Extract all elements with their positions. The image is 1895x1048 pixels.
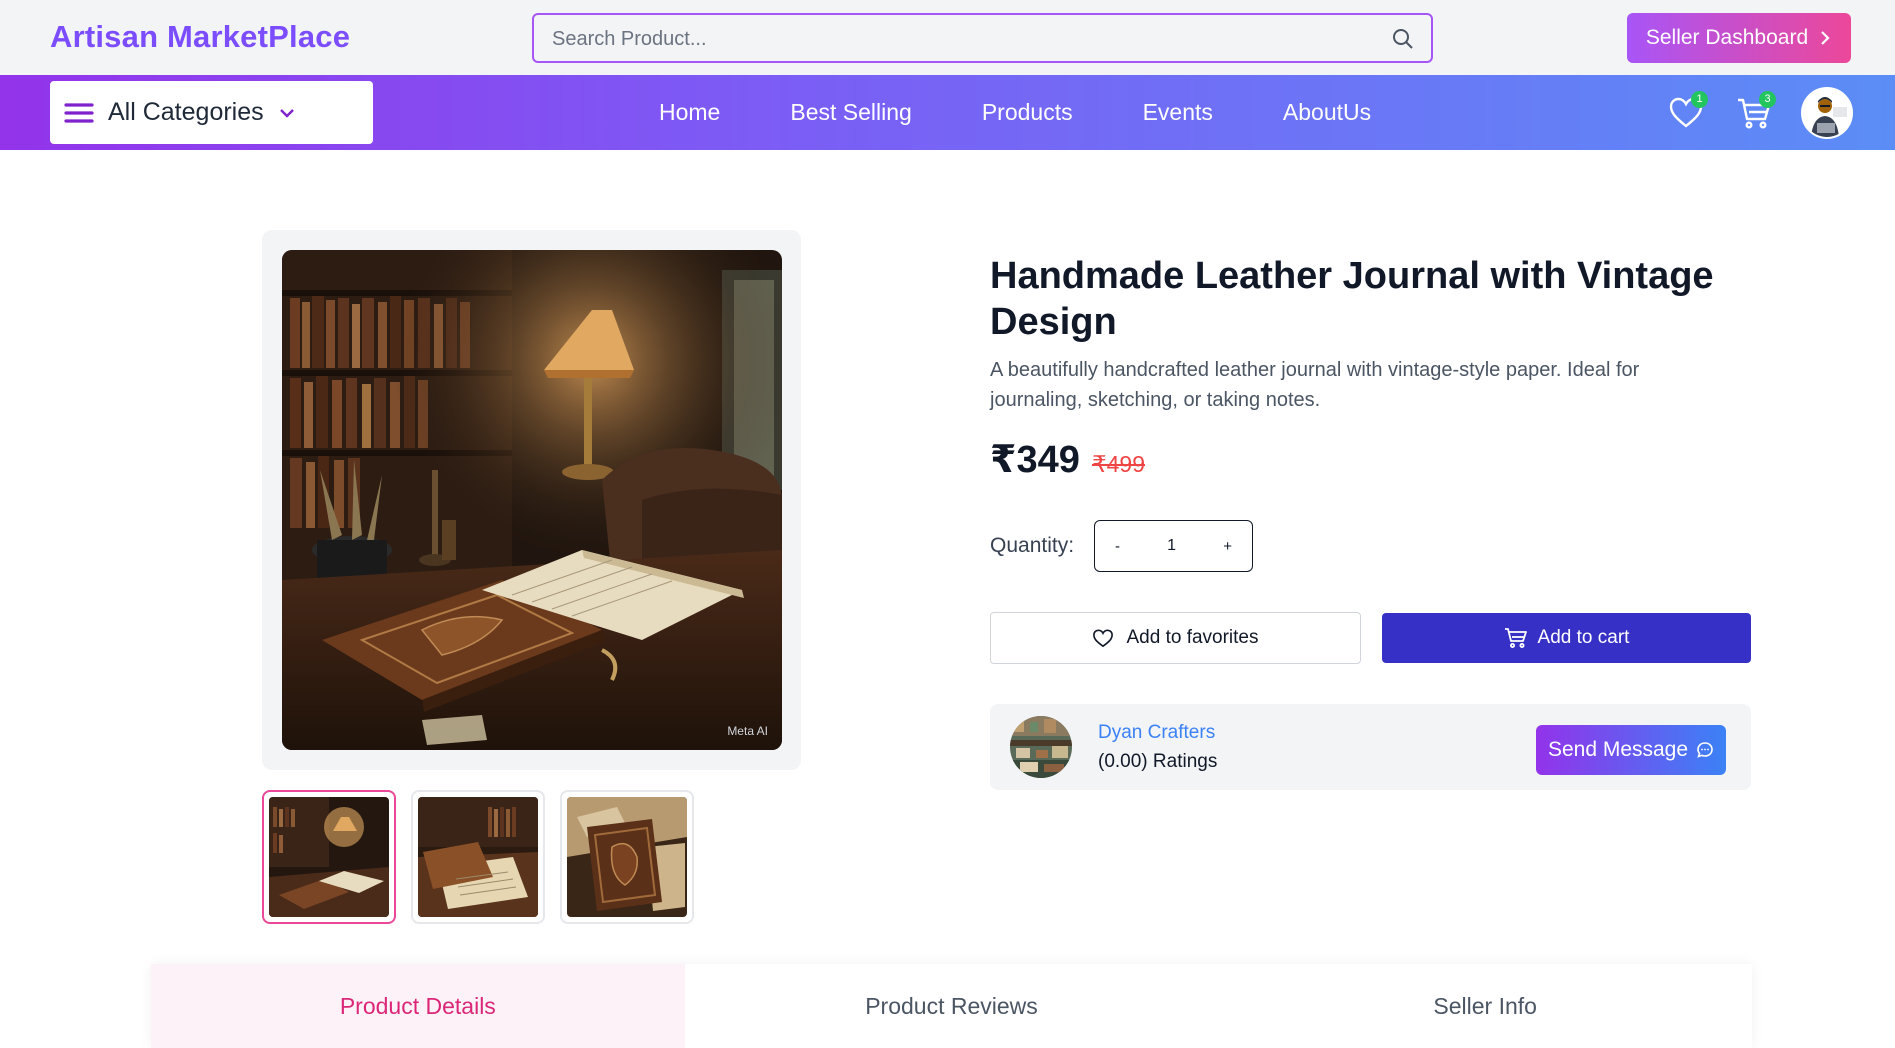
nav-about-us[interactable]: AboutUs xyxy=(1283,99,1371,126)
add-to-cart-button[interactable]: Add to cart xyxy=(1382,613,1751,663)
cart-button[interactable]: 3 xyxy=(1736,91,1776,131)
search-input[interactable] xyxy=(552,25,1372,53)
brand-logo[interactable]: Artisan MarketPlace xyxy=(50,19,350,55)
product-title: Handmade Leather Journal with Vintage De… xyxy=(990,255,1714,343)
tab-seller-info[interactable]: Seller Info xyxy=(1218,964,1752,1048)
all-categories-button[interactable]: All Categories xyxy=(50,81,373,144)
search-box[interactable] xyxy=(532,13,1433,63)
wishlist-badge: 1 xyxy=(1691,91,1708,108)
quantity-value[interactable]: 1 xyxy=(1167,537,1176,555)
quantity-label: Quantity: xyxy=(990,534,1075,557)
add-to-cart-label: Add to cart xyxy=(1537,627,1630,648)
cart-badge: 3 xyxy=(1759,91,1776,108)
main-nav: Home Best Selling Products Events AboutU… xyxy=(659,75,1371,150)
tab-product-details[interactable]: Product Details xyxy=(151,964,685,1048)
thumbnail-3[interactable] xyxy=(560,790,694,924)
product-tabs: Product Details Product Reviews Seller I… xyxy=(151,964,1752,1048)
seller-dashboard-label: Seller Dashboard xyxy=(1645,26,1809,49)
all-categories-label: All Categories xyxy=(108,98,264,126)
seller-rating: (0.00) Ratings xyxy=(1098,751,1218,772)
nav-home[interactable]: Home xyxy=(659,99,720,126)
thumbnail-1[interactable] xyxy=(262,790,396,924)
seller-name[interactable]: Dyan Crafters xyxy=(1098,722,1215,744)
product-price: ₹349 xyxy=(990,439,1080,481)
chevron-down-icon xyxy=(279,108,294,118)
chevron-right-icon xyxy=(1821,31,1830,45)
send-message-button[interactable]: Send Message xyxy=(1536,725,1726,775)
wishlist-button[interactable]: 1 xyxy=(1668,91,1708,131)
quantity-stepper: - 1 + xyxy=(1094,520,1253,572)
tab-product-reviews[interactable]: Product Reviews xyxy=(685,964,1219,1048)
seller-dashboard-button[interactable]: Seller Dashboard xyxy=(1627,13,1851,63)
thumbnail-2[interactable] xyxy=(411,790,545,924)
quantity-decrement-button[interactable]: - xyxy=(1115,538,1120,555)
heart-icon xyxy=(1093,629,1114,648)
search-icon[interactable] xyxy=(1391,27,1415,51)
seller-card: Dyan Crafters (0.00) Ratings Send Messag… xyxy=(990,704,1751,790)
image-watermark: Meta AI xyxy=(727,724,768,738)
nav-events[interactable]: Events xyxy=(1143,99,1213,126)
nav-products[interactable]: Products xyxy=(982,99,1073,126)
menu-icon xyxy=(64,102,94,123)
add-to-favorites-label: Add to favorites xyxy=(1126,627,1259,648)
add-to-favorites-button[interactable]: Add to favorites xyxy=(990,612,1361,664)
chat-bubble-icon xyxy=(1697,742,1713,758)
nav-bar: All Categories Home Best Selling Product… xyxy=(0,75,1895,150)
send-message-label: Send Message xyxy=(1547,738,1689,761)
seller-avatar[interactable] xyxy=(1010,716,1072,778)
cart-icon xyxy=(1504,628,1527,648)
product-main-image: Meta AI xyxy=(282,250,782,750)
product-original-price: ₹499 xyxy=(1092,451,1146,477)
user-avatar[interactable] xyxy=(1801,87,1853,139)
top-bar: Artisan MarketPlace Seller Dashboard xyxy=(0,0,1895,75)
product-description: A beautifully handcrafted leather journa… xyxy=(990,359,1640,411)
product-gallery: Meta AI xyxy=(262,230,801,770)
quantity-increment-button[interactable]: + xyxy=(1223,538,1232,555)
nav-best-selling[interactable]: Best Selling xyxy=(790,99,911,126)
